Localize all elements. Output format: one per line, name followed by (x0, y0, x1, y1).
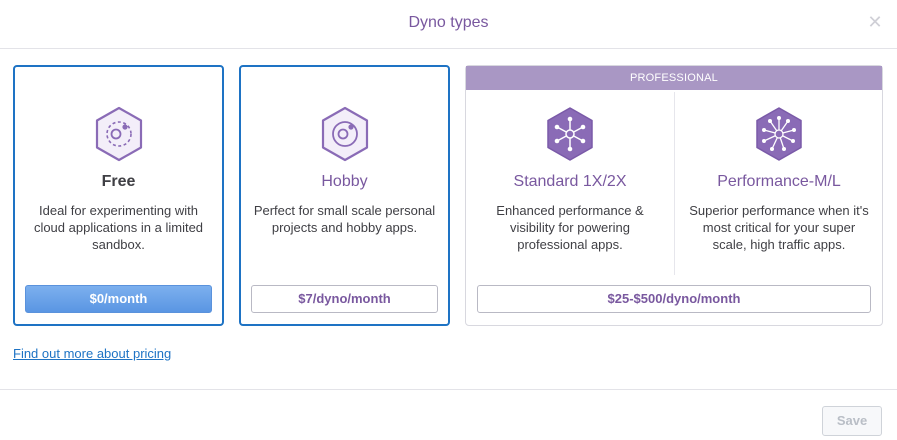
free-dyno-name: Free (101, 173, 136, 190)
modal-title: Dyno types (408, 14, 489, 31)
professional-band: PROFESSIONAL (466, 66, 882, 90)
standard-dyno-description: Enhanced performance & visibility for po… (496, 203, 644, 252)
modal-header: Dyno types ✕ (0, 0, 897, 49)
close-icon[interactable]: ✕ (867, 13, 883, 31)
dyno-card-hobby[interactable]: Hobby Perfect for small scale personal p… (239, 65, 450, 326)
performance-dyno-description: Superior performance when it's most crit… (689, 203, 869, 252)
save-button[interactable]: Save (822, 406, 882, 436)
free-column: Free Ideal for experimenting with cloud … (15, 105, 222, 253)
standard-column[interactable]: Standard 1X/2X Enhanced performance & vi… (466, 105, 674, 253)
pricing-link[interactable]: Find out more about pricing (13, 346, 171, 361)
performance-dyno-name: Performance-M/L (717, 173, 841, 190)
free-dyno-hex-icon (95, 106, 142, 162)
hobby-dyno-name: Hobby (321, 173, 368, 190)
standard-dyno-network-icon (547, 107, 593, 161)
hobby-dyno-description: Perfect for small scale personal project… (253, 203, 436, 235)
hobby-column: Hobby Perfect for small scale personal p… (241, 105, 448, 236)
dyno-card-professional[interactable]: PROFESSIONAL Standard 1X/2X Enhanced per… (465, 65, 883, 326)
dyno-card-free[interactable]: Free Ideal for experimenting with cloud … (13, 65, 224, 326)
hobby-price-button[interactable]: $7/dyno/month (251, 285, 438, 313)
free-price-button[interactable]: $0/month (25, 285, 212, 313)
professional-price-button[interactable]: $25-$500/dyno/month (477, 285, 871, 313)
free-dyno-description: Ideal for experimenting with cloud appli… (33, 203, 204, 252)
hobby-dyno-hex-icon (321, 106, 368, 162)
modal-footer: Save (0, 389, 897, 440)
performance-dyno-network-icon (756, 107, 802, 161)
performance-column[interactable]: Performance-M/L Superior performance whe… (675, 105, 883, 253)
standard-dyno-name: Standard 1X/2X (513, 173, 627, 190)
